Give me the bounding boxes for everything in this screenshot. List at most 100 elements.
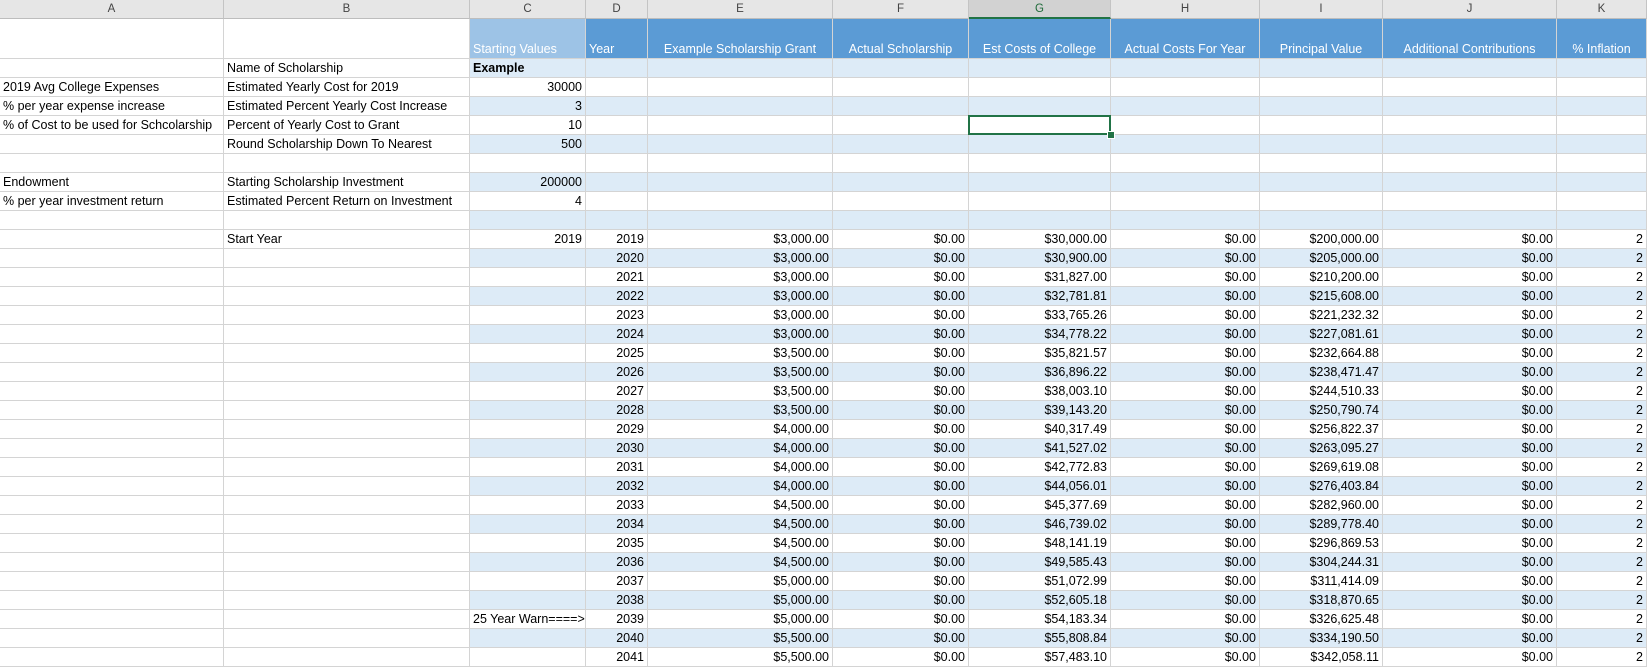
cost-pct-label[interactable]: % of Cost to be used for Schcolarship bbox=[0, 116, 224, 135]
principal-cell[interactable]: $227,081.61 bbox=[1260, 325, 1383, 344]
cell-D10[interactable] bbox=[586, 211, 648, 230]
year-cell[interactable]: 2041 bbox=[586, 648, 648, 667]
cell-C24[interactable] bbox=[470, 477, 586, 496]
principal-cell[interactable]: $269,619.08 bbox=[1260, 458, 1383, 477]
inflation-cell[interactable]: 2 bbox=[1557, 287, 1647, 306]
cell-B21[interactable] bbox=[224, 420, 470, 439]
cell-C16[interactable] bbox=[470, 325, 586, 344]
cell-J10[interactable] bbox=[1383, 211, 1557, 230]
spreadsheet-grid[interactable]: A B C D E F G H I J K Starting Values Year Example Sc… bbox=[0, 0, 1647, 670]
cell-G8[interactable] bbox=[969, 173, 1111, 192]
cell-G4[interactable] bbox=[969, 97, 1111, 116]
principal-cell[interactable]: $282,960.00 bbox=[1260, 496, 1383, 515]
inflation-cell[interactable]: 2 bbox=[1557, 230, 1647, 249]
cell-F10[interactable] bbox=[833, 211, 969, 230]
actual-scholarship-cell[interactable]: $0.00 bbox=[833, 249, 969, 268]
cell-E2[interactable] bbox=[648, 59, 833, 78]
principal-cell[interactable]: $200,000.00 bbox=[1260, 230, 1383, 249]
year-cell[interactable]: 2038 bbox=[586, 591, 648, 610]
actual-scholarship-cell[interactable]: $0.00 bbox=[833, 591, 969, 610]
cell-I2[interactable] bbox=[1260, 59, 1383, 78]
cell-F2[interactable] bbox=[833, 59, 969, 78]
principal-cell[interactable]: $318,870.65 bbox=[1260, 591, 1383, 610]
cell-A24[interactable] bbox=[0, 477, 224, 496]
cell-E7[interactable] bbox=[648, 154, 833, 173]
principal-cell[interactable]: $276,403.84 bbox=[1260, 477, 1383, 496]
actual-scholarship-cell[interactable]: $0.00 bbox=[833, 268, 969, 287]
actual-cost-cell[interactable]: $0.00 bbox=[1111, 496, 1260, 515]
cell-A16[interactable] bbox=[0, 325, 224, 344]
cell-B25[interactable] bbox=[224, 496, 470, 515]
start-year-label[interactable]: Start Year bbox=[224, 230, 470, 249]
additional-cell[interactable]: $0.00 bbox=[1383, 515, 1557, 534]
principal-cell[interactable]: $238,471.47 bbox=[1260, 363, 1383, 382]
actual-scholarship-cell[interactable]: $0.00 bbox=[833, 610, 969, 629]
actual-scholarship-cell[interactable]: $0.00 bbox=[833, 325, 969, 344]
cell-E3[interactable] bbox=[648, 78, 833, 97]
principal-cell[interactable]: $221,232.32 bbox=[1260, 306, 1383, 325]
year-cell[interactable]: 2034 bbox=[586, 515, 648, 534]
actual-scholarship-cell[interactable]: $0.00 bbox=[833, 496, 969, 515]
principal-cell[interactable]: $311,414.09 bbox=[1260, 572, 1383, 591]
cell-K8[interactable] bbox=[1557, 173, 1647, 192]
additional-cell[interactable]: $0.00 bbox=[1383, 591, 1557, 610]
cell-A11[interactable] bbox=[0, 230, 224, 249]
cell-B13[interactable] bbox=[224, 268, 470, 287]
cell-A1[interactable] bbox=[0, 19, 224, 59]
cell-A28[interactable] bbox=[0, 553, 224, 572]
actual-cost-cell[interactable]: $0.00 bbox=[1111, 553, 1260, 572]
additional-cell[interactable]: $0.00 bbox=[1383, 325, 1557, 344]
cell-B31[interactable] bbox=[224, 610, 470, 629]
header-principal[interactable]: Principal Value bbox=[1260, 19, 1383, 59]
grant-cell[interactable]: $3,000.00 bbox=[648, 287, 833, 306]
cell-H8[interactable] bbox=[1111, 173, 1260, 192]
cell-C25[interactable] bbox=[470, 496, 586, 515]
est-cost-cell[interactable]: $32,781.81 bbox=[969, 287, 1111, 306]
column-header-h[interactable]: H bbox=[1111, 0, 1260, 19]
actual-cost-cell[interactable]: $0.00 bbox=[1111, 572, 1260, 591]
grant-cell[interactable]: $4,500.00 bbox=[648, 515, 833, 534]
est-return-label[interactable]: Estimated Percent Return on Investment bbox=[224, 192, 470, 211]
column-header-g[interactable]: G bbox=[969, 0, 1111, 19]
year-cell[interactable]: 2025 bbox=[586, 344, 648, 363]
cell-F6[interactable] bbox=[833, 135, 969, 154]
cell-A27[interactable] bbox=[0, 534, 224, 553]
header-actual-scholarship[interactable]: Actual Scholarship bbox=[833, 19, 969, 59]
cell-C13[interactable] bbox=[470, 268, 586, 287]
cell-D7[interactable] bbox=[586, 154, 648, 173]
cell-D4[interactable] bbox=[586, 97, 648, 116]
column-header-k[interactable]: K bbox=[1557, 0, 1647, 19]
percent-to-grant-label[interactable]: Percent of Yearly Cost to Grant bbox=[224, 116, 470, 135]
cell-K6[interactable] bbox=[1557, 135, 1647, 154]
column-header-i[interactable]: I bbox=[1260, 0, 1383, 19]
column-header-j[interactable]: J bbox=[1383, 0, 1557, 19]
principal-cell[interactable]: $250,790.74 bbox=[1260, 401, 1383, 420]
grant-cell[interactable]: $3,000.00 bbox=[648, 230, 833, 249]
cell-J6[interactable] bbox=[1383, 135, 1557, 154]
cell-I9[interactable] bbox=[1260, 192, 1383, 211]
inflation-cell[interactable]: 2 bbox=[1557, 496, 1647, 515]
est-cost-cell[interactable]: $45,377.69 bbox=[969, 496, 1111, 515]
cell-A25[interactable] bbox=[0, 496, 224, 515]
est-return-value[interactable]: 4 bbox=[470, 192, 586, 211]
cell-I10[interactable] bbox=[1260, 211, 1383, 230]
principal-cell[interactable]: $215,608.00 bbox=[1260, 287, 1383, 306]
cell-K10[interactable] bbox=[1557, 211, 1647, 230]
inflation-cell[interactable]: 2 bbox=[1557, 515, 1647, 534]
actual-cost-cell[interactable]: $0.00 bbox=[1111, 401, 1260, 420]
principal-cell[interactable]: $296,869.53 bbox=[1260, 534, 1383, 553]
year-cell[interactable]: 2033 bbox=[586, 496, 648, 515]
cell-C29[interactable] bbox=[470, 572, 586, 591]
actual-scholarship-cell[interactable]: $0.00 bbox=[833, 534, 969, 553]
cell-F9[interactable] bbox=[833, 192, 969, 211]
cell-J9[interactable] bbox=[1383, 192, 1557, 211]
actual-scholarship-cell[interactable]: $0.00 bbox=[833, 382, 969, 401]
cell-J3[interactable] bbox=[1383, 78, 1557, 97]
cell-B19[interactable] bbox=[224, 382, 470, 401]
actual-cost-cell[interactable]: $0.00 bbox=[1111, 648, 1260, 667]
fill-handle[interactable] bbox=[1107, 131, 1115, 139]
header-est-costs[interactable]: Est Costs of College bbox=[969, 19, 1111, 59]
principal-cell[interactable]: $342,058.11 bbox=[1260, 648, 1383, 667]
est-cost-cell[interactable]: $38,003.10 bbox=[969, 382, 1111, 401]
actual-cost-cell[interactable]: $0.00 bbox=[1111, 439, 1260, 458]
